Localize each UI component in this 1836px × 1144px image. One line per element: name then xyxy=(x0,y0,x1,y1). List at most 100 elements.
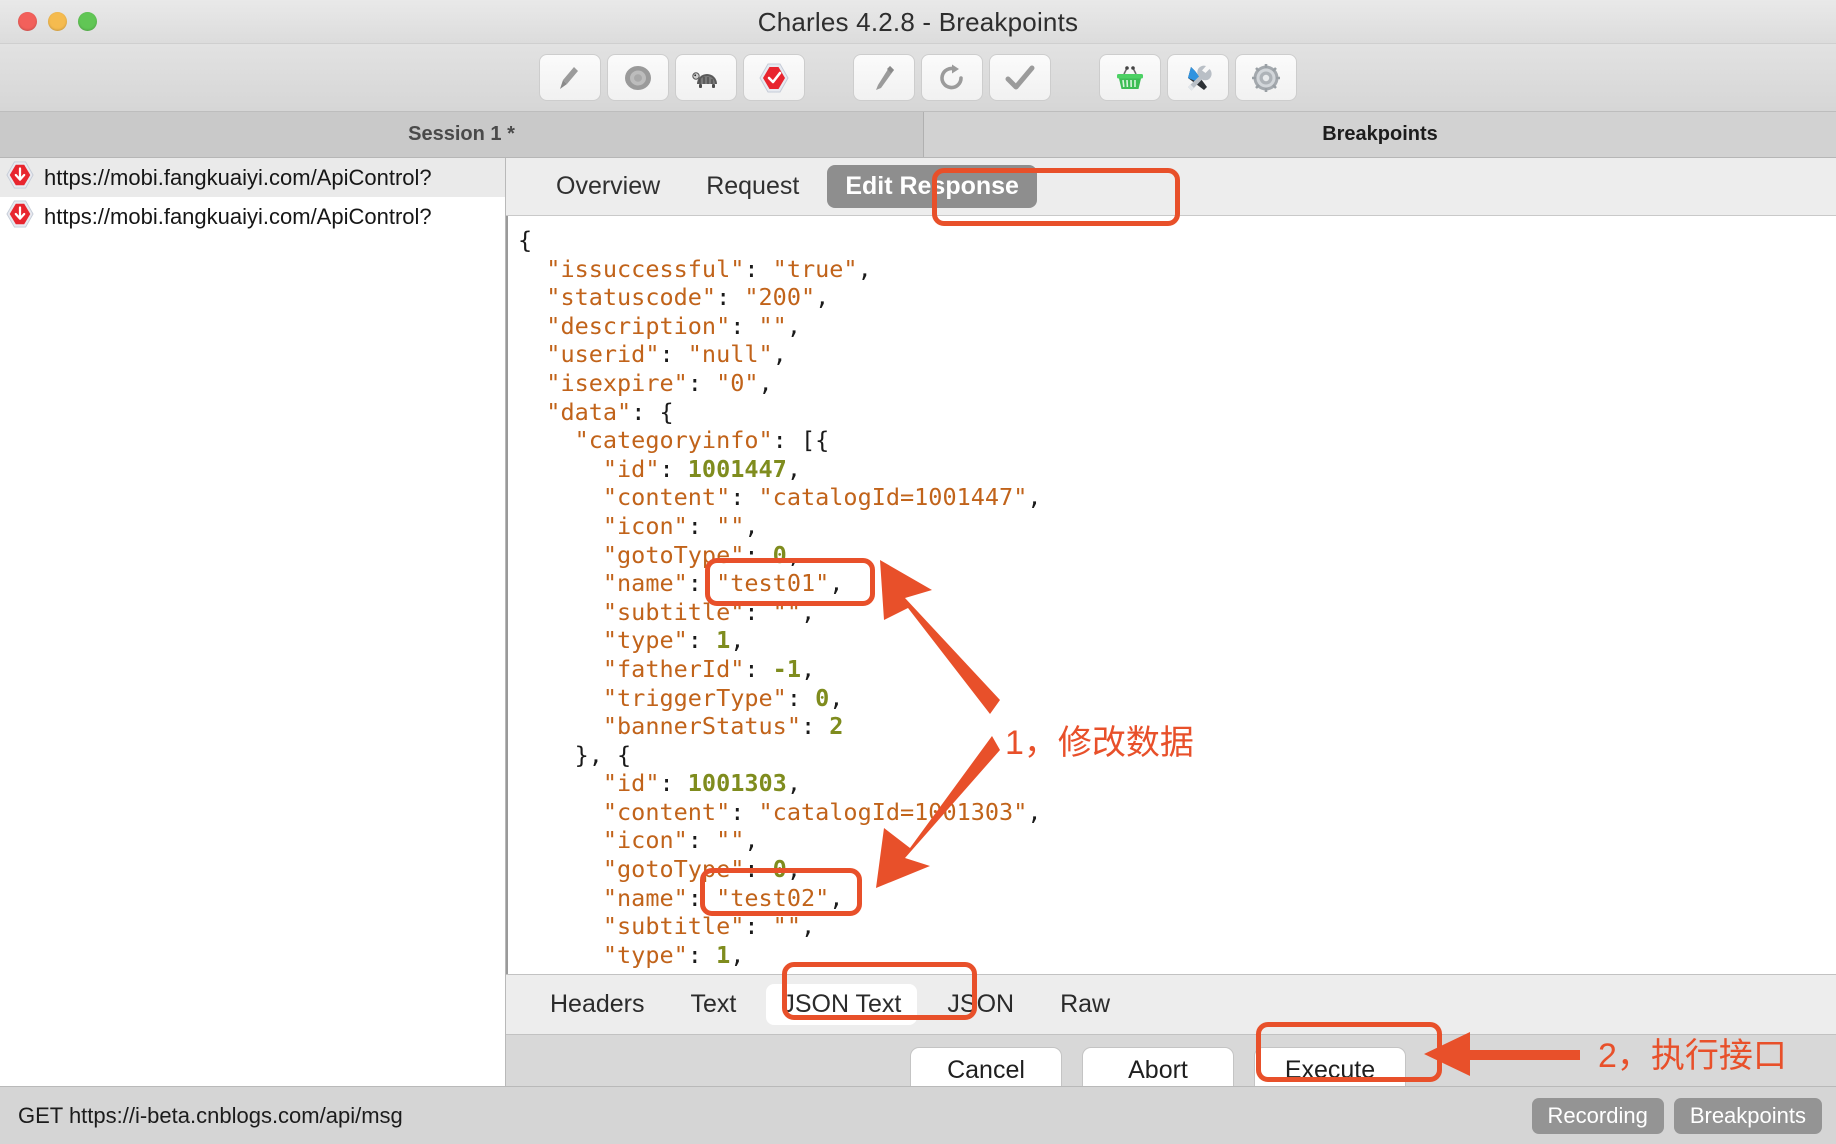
code-token: "statuscode" xyxy=(546,283,717,312)
basket-icon xyxy=(1114,64,1146,92)
tab-headers[interactable]: Headers xyxy=(534,984,661,1025)
code-line: "subtitle": "", xyxy=(518,912,1836,941)
code-token: : xyxy=(659,340,688,369)
code-token: , xyxy=(800,654,816,683)
code-token: "id" xyxy=(602,769,660,798)
code-token: , xyxy=(786,769,801,798)
code-token: "" xyxy=(772,597,801,626)
code-token: : xyxy=(687,940,717,969)
tab-session-1[interactable]: Session 1 * xyxy=(0,112,924,157)
code-token: , xyxy=(815,283,830,312)
settings-button[interactable] xyxy=(1235,54,1297,101)
code-line: "icon": "", xyxy=(518,512,1836,541)
tools-basket-button[interactable] xyxy=(1099,54,1161,101)
code-line: "statuscode": "200", xyxy=(518,283,1836,312)
code-token: "subtitle" xyxy=(602,597,745,626)
tools-button[interactable] xyxy=(1167,54,1229,101)
code-line: "icon": "", xyxy=(518,826,1836,855)
close-button[interactable] xyxy=(18,12,37,31)
code-token: "issuccessful" xyxy=(546,254,745,283)
code-token: : xyxy=(659,454,688,483)
tab-request[interactable]: Request xyxy=(688,165,817,208)
status-badge-recording[interactable]: Recording xyxy=(1531,1097,1664,1134)
code-token: , xyxy=(744,826,759,855)
tab-text[interactable]: Text xyxy=(675,984,753,1025)
code-line: "categoryinfo": [{ xyxy=(518,426,1836,455)
clear-session-button[interactable] xyxy=(539,54,601,101)
code-token: : [{ xyxy=(772,426,830,455)
code-token: , xyxy=(744,511,759,540)
code-token: : xyxy=(744,855,773,884)
repeat-button[interactable] xyxy=(921,54,983,101)
code-token: "test02" xyxy=(716,883,830,912)
view-format-tab-bar: Headers Text JSON Text JSON Raw xyxy=(506,974,1836,1034)
minimize-button[interactable] xyxy=(48,12,67,31)
tab-edit-response[interactable]: Edit Response xyxy=(827,165,1037,208)
code-token: 0 xyxy=(772,855,787,884)
turtle-icon xyxy=(690,65,722,91)
tab-raw[interactable]: Raw xyxy=(1044,984,1126,1025)
record-button[interactable] xyxy=(607,54,669,101)
compose-button[interactable] xyxy=(853,54,915,101)
code-token: "content" xyxy=(602,483,731,512)
list-item[interactable]: https://mobi.fangkuaiyi.com/ApiControl? xyxy=(0,197,505,236)
code-line: "name": "test02", xyxy=(518,884,1836,913)
code-token: : xyxy=(800,712,830,741)
code-token: "catalogId=1001447" xyxy=(758,483,1028,512)
gear-icon xyxy=(1250,62,1282,94)
code-token: , xyxy=(800,912,816,941)
pencil-icon xyxy=(870,63,898,93)
session-url: https://mobi.fangkuaiyi.com/ApiControl? xyxy=(44,164,432,190)
code-line: "id": 1001303, xyxy=(518,769,1836,798)
code-token: : xyxy=(687,826,717,855)
tab-overview[interactable]: Overview xyxy=(538,165,678,208)
breakpoints-button[interactable] xyxy=(743,54,805,101)
code-token: "userid" xyxy=(546,340,660,369)
code-token: , xyxy=(786,454,801,483)
code-token: "data" xyxy=(546,397,632,426)
tab-breakpoints[interactable]: Breakpoints xyxy=(924,112,1836,157)
code-token: "bannerStatus" xyxy=(602,712,801,741)
status-toggles: Recording Breakpoints xyxy=(1531,1097,1836,1134)
code-token: "name" xyxy=(602,883,688,912)
code-token: : xyxy=(659,769,688,798)
code-token: : xyxy=(730,797,759,826)
window-title: Charles 4.2.8 - Breakpoints xyxy=(757,6,1079,37)
code-token: "" xyxy=(772,912,801,941)
code-token: }, { xyxy=(518,740,632,769)
toolbar-group-extras xyxy=(1099,54,1297,101)
code-token: 1 xyxy=(716,626,731,655)
charles-window: Charles 4.2.8 - Breakpoints Session 1 * … xyxy=(0,0,1836,1144)
code-token: "fatherId" xyxy=(602,654,745,683)
tab-json[interactable]: JSON xyxy=(931,984,1030,1025)
code-token: , xyxy=(829,883,844,912)
zoom-button[interactable] xyxy=(78,12,97,31)
json-editor[interactable]: { "issuccessful": "true", "statuscode": … xyxy=(506,216,1836,974)
code-token: : xyxy=(687,883,717,912)
code-line: "fatherId": -1, xyxy=(518,655,1836,684)
validate-button[interactable] xyxy=(989,54,1051,101)
throttle-button[interactable] xyxy=(675,54,737,101)
tab-json-text[interactable]: JSON Text xyxy=(766,984,918,1025)
list-item[interactable]: https://mobi.fangkuaiyi.com/ApiControl? xyxy=(0,158,505,197)
code-token: "name" xyxy=(602,569,688,598)
code-token: 1001447 xyxy=(687,454,787,483)
window-controls xyxy=(0,12,97,31)
code-token: "0" xyxy=(716,368,759,397)
code-line: "subtitle": "", xyxy=(518,598,1836,627)
top-tab-strip: Session 1 * Breakpoints xyxy=(0,112,1836,158)
code-line: "bannerStatus": 2 xyxy=(518,712,1836,741)
code-token: "id" xyxy=(602,454,660,483)
status-badge-breakpoints[interactable]: Breakpoints xyxy=(1673,1097,1822,1134)
code-token: , xyxy=(758,368,773,397)
refresh-icon xyxy=(937,63,967,93)
